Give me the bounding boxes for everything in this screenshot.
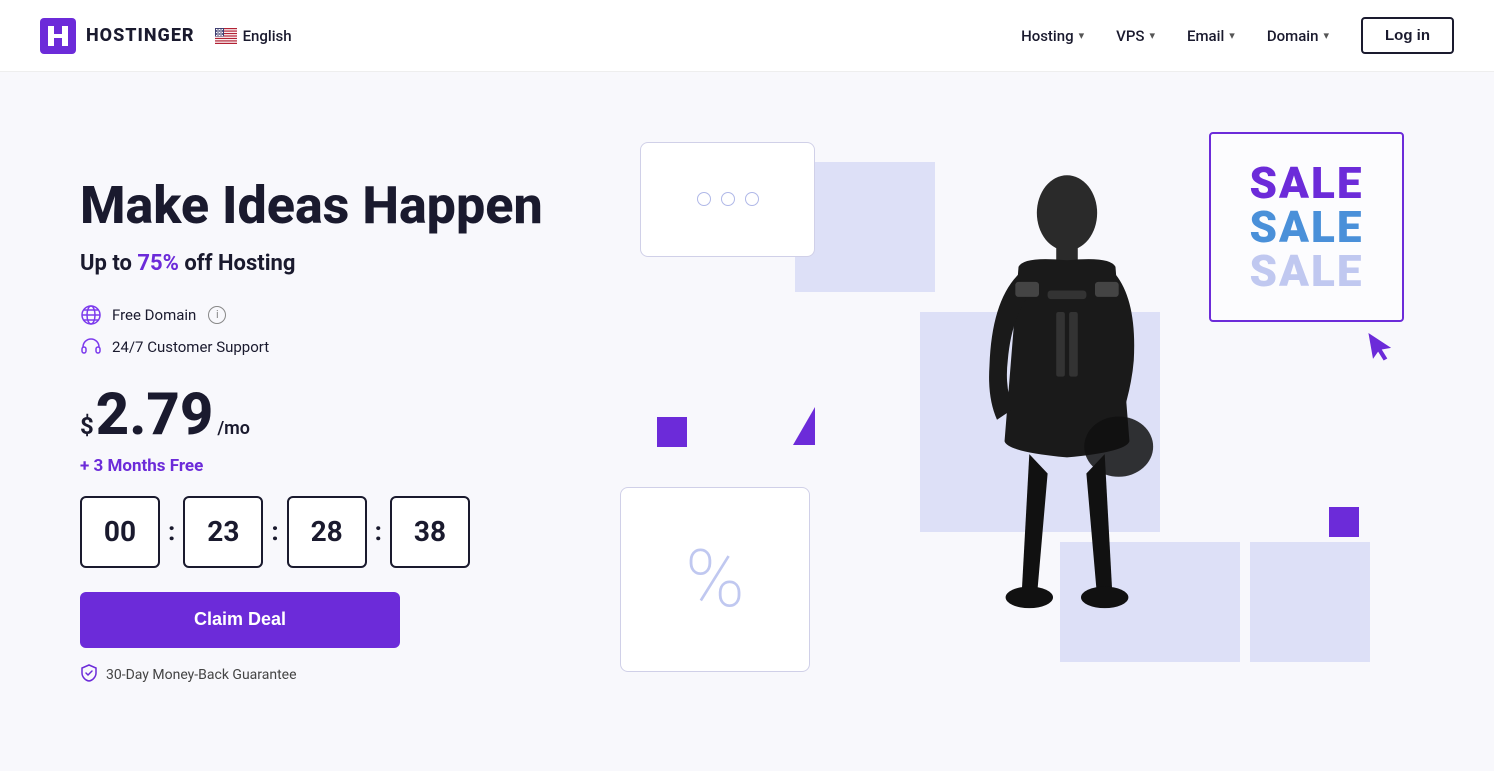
deco-square-purple-3 [1329, 507, 1359, 537]
chevron-down-icon: ▾ [1079, 29, 1085, 42]
nav-left: HOSTINGER [40, 18, 292, 54]
guarantee-row: 30-Day Money-Back Guarantee [80, 664, 560, 686]
nav-vps[interactable]: VPS ▾ [1116, 27, 1155, 45]
feature-domain: Free Domain i [80, 304, 560, 326]
features-list: Free Domain i 24/7 Customer Support [80, 304, 560, 358]
price-section: $ 2.79 /mo [80, 386, 560, 444]
deco-rect-1 [795, 162, 935, 292]
subheadline: Up to 75% off Hosting [80, 251, 560, 276]
price-dollar: $ [80, 414, 94, 438]
months-free: + 3 Months Free [80, 456, 560, 476]
language-label: English [243, 27, 292, 45]
logo[interactable]: HOSTINGER [40, 18, 195, 54]
sale-card: SALE SALE SALE [1209, 132, 1404, 322]
person-figure [917, 112, 1217, 732]
countdown-hours: 00 [80, 496, 160, 568]
hero-left: Make Ideas Happen Up to 75% off Hosting … [80, 157, 560, 685]
login-button[interactable]: Log in [1361, 17, 1454, 54]
logo-icon [40, 18, 76, 54]
main-content: Make Ideas Happen Up to 75% off Hosting … [0, 72, 1494, 771]
deco-rect-4 [1250, 542, 1370, 662]
browser-dot-2 [721, 192, 735, 206]
nav-domain[interactable]: Domain ▾ [1267, 27, 1329, 45]
browser-card [640, 142, 815, 257]
cursor-icon [1365, 327, 1399, 370]
price-per: /mo [217, 418, 250, 439]
sale-text-2: SALE [1250, 205, 1364, 249]
price-amount: 2.79 [96, 386, 214, 444]
headset-icon [80, 336, 102, 358]
hero-right: % SALE SALE SALE [600, 112, 1414, 732]
person-svg [932, 172, 1202, 732]
chevron-down-icon: ▾ [1149, 29, 1155, 42]
sale-text-3: SALE [1250, 249, 1364, 293]
nav-hosting[interactable]: Hosting ▾ [1021, 27, 1084, 45]
countdown-sep-2: : [271, 517, 278, 547]
countdown-sep-3: : [375, 517, 382, 547]
deco-triangle-purple [793, 407, 815, 445]
countdown-sep-1: : [168, 517, 175, 547]
headline: Make Ideas Happen [80, 177, 560, 234]
nav-email[interactable]: Email ▾ [1187, 27, 1235, 45]
percent-symbol: % [685, 539, 744, 619]
info-icon[interactable]: i [208, 306, 226, 324]
countdown-milliseconds: 38 [390, 496, 470, 568]
claim-deal-button[interactable]: Claim Deal [80, 592, 400, 648]
feature-support: 24/7 Customer Support [80, 336, 560, 358]
nav-right: Hosting ▾ VPS ▾ Email ▾ Domain ▾ Log in [1021, 17, 1454, 54]
shield-icon [80, 664, 98, 686]
chevron-down-icon: ▾ [1323, 29, 1329, 42]
logo-text: HOSTINGER [86, 25, 195, 46]
countdown-minutes: 23 [183, 496, 263, 568]
browser-dot-3 [745, 192, 759, 206]
chevron-down-icon: ▾ [1229, 29, 1235, 42]
navbar: HOSTINGER [0, 0, 1494, 72]
sale-text-1: SALE [1250, 161, 1364, 205]
language-selector[interactable]: English [215, 27, 292, 45]
countdown-timer: 00 : 23 : 28 : 38 [80, 496, 560, 568]
flag-icon [215, 28, 237, 44]
browser-dot-1 [697, 192, 711, 206]
percent-card: % [620, 487, 810, 672]
globe-icon [80, 304, 102, 326]
countdown-seconds: 28 [287, 496, 367, 568]
deco-square-purple-1 [657, 417, 687, 447]
